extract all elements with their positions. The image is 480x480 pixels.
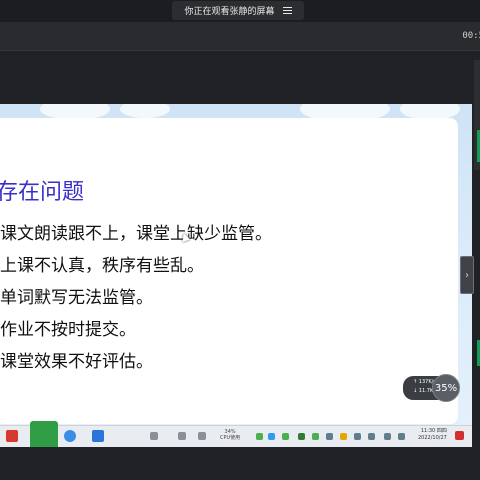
viewing-screen-label: 你正在观看张静的屏幕: [184, 7, 275, 17]
notification-icon[interactable]: [455, 431, 464, 440]
tray-icon[interactable]: [384, 433, 391, 440]
shared-screen: 存在问题 课文朗读跟不上，课堂上缺少监管。 上课不认真，秩序有些乱。 单词默写无…: [0, 104, 472, 446]
menu-icon[interactable]: [282, 7, 292, 14]
meeting-top-bar: 你正在观看张静的屏幕: [0, 0, 480, 22]
clock-date: 2022/10/27: [418, 435, 447, 441]
collapse-panel-button[interactable]: ›: [460, 256, 474, 294]
issue-item: 单词默写无法监管。: [0, 288, 153, 308]
meeting-toolbar: 00:5: [0, 22, 480, 51]
tray-icon[interactable]: [398, 433, 405, 440]
presentation-slide: 存在问题 课文朗读跟不上，课堂上缺少监管。 上课不认真，秩序有些乱。 单词默写无…: [0, 118, 458, 424]
chevron-right-icon: ›: [465, 269, 469, 281]
dock-highlight: [30, 421, 58, 447]
speed-percent-badge[interactable]: 35%: [432, 374, 460, 402]
meeting-timer: 00:5: [462, 31, 480, 41]
issue-list: 课文朗读跟不上，课堂上缺少监管。 上课不认真，秩序有些乱。 单词默写无法监管。 …: [0, 218, 272, 378]
tray-icon[interactable]: [268, 433, 275, 440]
tray-icon[interactable]: [282, 433, 289, 440]
app-icon[interactable]: [198, 432, 206, 440]
tray-icon[interactable]: [326, 433, 333, 440]
tray-icon[interactable]: [312, 433, 319, 440]
cloud-decoration: [120, 104, 170, 118]
tray-icon[interactable]: [340, 433, 347, 440]
clock-time: 11:30 四四: [420, 428, 447, 434]
screen-share-indicator[interactable]: 你正在观看张静的屏幕: [172, 1, 304, 20]
taskbar-clock[interactable]: 11:30 四四 2022/10/27: [418, 428, 447, 442]
issue-item: 课文朗读跟不上，课堂上缺少监管。: [0, 224, 272, 244]
tray-icon[interactable]: [354, 433, 361, 440]
app-icon[interactable]: [178, 432, 186, 440]
issue-item: 课堂效果不好评估。: [0, 352, 153, 372]
slide-title: 存在问题: [0, 180, 85, 205]
cpu-usage: 34% CPU使用: [220, 429, 240, 441]
tray-icon[interactable]: [368, 433, 375, 440]
app-icon[interactable]: [150, 432, 158, 440]
tray-icon[interactable]: [256, 433, 263, 440]
issue-item: 作业不按时提交。: [0, 320, 136, 340]
remote-dock: [0, 421, 112, 447]
issue-item: 上课不认真，秩序有些乱。: [0, 256, 204, 276]
tray-icon[interactable]: [298, 433, 305, 440]
cpu-caption: CPU使用: [220, 435, 241, 441]
